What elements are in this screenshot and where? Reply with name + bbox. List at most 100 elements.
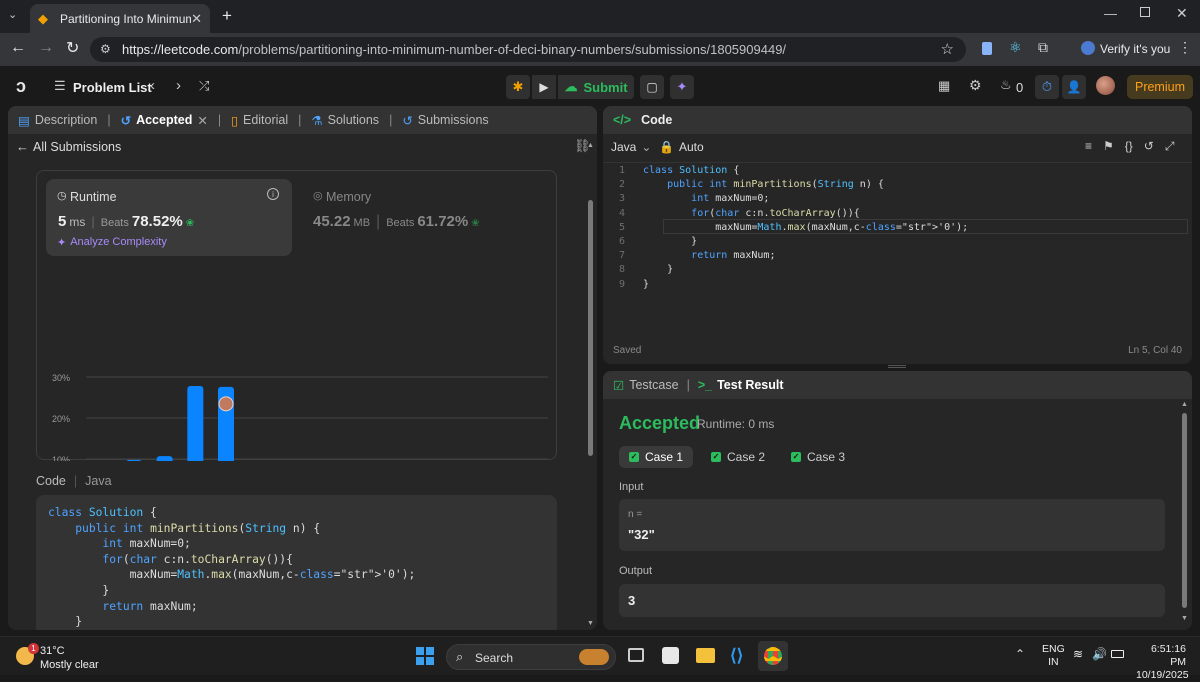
case-3-tab[interactable]: ✓ Case 3 — [781, 446, 855, 468]
all-submissions-link[interactable]: All Submissions — [33, 140, 121, 154]
site-info-icon[interactable]: ⚙ — [100, 42, 111, 56]
autocomplete-mode[interactable]: 🔒 Auto — [659, 140, 704, 154]
add-friend-button[interactable]: 👤 — [1062, 75, 1086, 99]
streak-fire-icon[interactable]: ♨ — [1000, 77, 1012, 93]
scroll-thumb[interactable] — [1182, 413, 1187, 608]
verify-label[interactable]: Verify it's you — [1100, 42, 1170, 56]
run-button[interactable]: ▶ — [532, 75, 556, 99]
battery-icon[interactable] — [1111, 650, 1124, 658]
reset-icon[interactable]: ↺ — [1144, 139, 1154, 154]
bookmark-star-icon[interactable]: ☆ — [941, 40, 954, 58]
chart-bar[interactable] — [126, 459, 142, 461]
editor-code-area[interactable]: 1 class Solution {2 public int minPartiti… — [603, 164, 1192, 294]
profile-avatar-icon[interactable] — [1081, 41, 1095, 55]
output-label: Output — [619, 565, 653, 577]
minimize-icon[interactable]: — — [1104, 6, 1117, 21]
info-icon[interactable]: i — [267, 188, 279, 200]
premium-button[interactable]: Premium — [1127, 75, 1193, 99]
tab-testcase[interactable]: ☑ Testcase — [613, 378, 679, 393]
braces-icon[interactable]: {} — [1125, 139, 1133, 154]
runtime-card[interactable]: ◷ Runtime i 5 ms | Beats 78.52% ❀ ✦ Analy… — [46, 179, 292, 256]
clock-date: 10/19/2025 — [1136, 669, 1189, 681]
memory-card[interactable]: ◎ Memory 45.22 MB | Beats 61.72% ❀ — [304, 179, 544, 256]
tab-editorial-label: Editorial — [242, 113, 289, 127]
case-2-tab[interactable]: ✓ Case 2 — [701, 446, 775, 468]
divider: | — [376, 213, 381, 230]
expand-icon[interactable]: ⤢ — [1165, 139, 1175, 154]
wifi-icon[interactable]: ≋ — [1073, 647, 1083, 661]
scroll-up-icon[interactable]: ▲ — [1181, 401, 1188, 408]
back-icon[interactable]: ← — [10, 39, 26, 57]
taskbar-search[interactable]: ⌕ Search — [446, 644, 616, 670]
tab-editorial[interactable]: ▯ Editorial — [231, 113, 288, 128]
task-view-icon[interactable] — [628, 648, 644, 662]
left-panel-scrollbar[interactable]: ▲ ▼ — [587, 142, 595, 630]
close-tab-accepted-icon[interactable]: ✕ — [197, 113, 207, 128]
notes-button[interactable]: ▢ — [640, 75, 664, 99]
close-window-icon[interactable]: ✕ — [1176, 5, 1188, 22]
chart-bar[interactable] — [156, 456, 173, 461]
vscode-icon[interactable]: ⟨⟩ — [730, 646, 743, 666]
next-problem-icon[interactable]: › — [176, 77, 181, 94]
code-section-header: Code | Java — [36, 474, 112, 488]
chart-bar[interactable] — [187, 386, 204, 461]
browser-tab[interactable]: ◆ Partitioning Into Minimum Num ✕ — [30, 4, 210, 33]
layout-grid-icon[interactable]: ▦ — [938, 78, 950, 94]
tab-accepted[interactable]: ↺ Accepted ✕ — [121, 113, 208, 128]
runtime-distribution-chart[interactable]: 30%20%10%0%2ms4ms6ms8ms10ms12ms14ms2ms4m… — [36, 261, 557, 461]
scroll-thumb[interactable] — [588, 200, 593, 456]
language-select[interactable]: Java ⌄ — [611, 140, 651, 154]
file-explorer-icon[interactable] — [696, 648, 715, 663]
start-button[interactable] — [416, 647, 434, 665]
extensions-puzzle-icon[interactable]: ⧉ — [1038, 39, 1048, 56]
runtime-number: 5 — [58, 213, 67, 230]
panel-resize-handle[interactable] — [888, 365, 906, 368]
problem-list-icon[interactable]: ☰ — [54, 78, 66, 94]
ai-assist-button[interactable]: ✦ — [670, 75, 694, 99]
forward-icon[interactable]: → — [38, 39, 54, 57]
settings-gear-icon[interactable]: ⚙ — [969, 77, 982, 94]
chevron-up-icon[interactable]: ⌃ — [1015, 647, 1025, 661]
analyze-complexity-link[interactable]: ✦ Analyze Complexity — [57, 236, 167, 249]
user-avatar[interactable] — [1096, 76, 1115, 95]
tab-test-result[interactable]: >_ Test Result — [698, 378, 784, 392]
tab-search-chevron-icon[interactable]: ⌄ — [8, 8, 17, 21]
flask-icon: ⚗ — [311, 113, 323, 128]
bookmark-icon[interactable]: ⚑ — [1103, 139, 1114, 154]
debug-button[interactable]: ✱ — [506, 75, 530, 99]
case-1-tab[interactable]: ✓ Case 1 — [619, 446, 694, 468]
random-problem-icon[interactable]: ⤮ — [199, 78, 209, 94]
back-arrow-icon[interactable]: ← — [16, 139, 29, 154]
clock[interactable]: 6:51:16 PM 10/19/2025 — [1136, 643, 1189, 682]
extension-doc-icon[interactable] — [982, 42, 992, 55]
code-line: } — [48, 583, 110, 597]
volume-icon[interactable]: 🔊 — [1092, 647, 1107, 661]
memory-unit: MB — [353, 217, 371, 229]
reload-icon[interactable]: ↻ — [66, 38, 79, 58]
close-tab-icon[interactable]: ✕ — [191, 11, 202, 27]
leetcode-logo-icon[interactable]: ↄ — [16, 76, 26, 97]
scroll-down-icon[interactable]: ▼ — [1181, 615, 1188, 622]
url-field[interactable]: ⚙ https://leetcode.com/problems/partitio… — [90, 37, 966, 62]
prev-problem-icon[interactable]: ‹ — [150, 77, 155, 94]
chrome-menu-icon[interactable]: ⋮ — [1178, 39, 1192, 56]
check-icon: ✓ — [711, 452, 721, 462]
chrome-taskbar-icon[interactable] — [758, 641, 788, 671]
new-tab-icon[interactable]: + — [222, 6, 232, 26]
snipping-tool-icon[interactable] — [662, 647, 679, 664]
tab-solutions[interactable]: ⚗ Solutions — [311, 113, 379, 128]
code-line: int maxNum=0; — [102, 537, 191, 551]
timer-button[interactable]: ⏱ — [1035, 75, 1059, 99]
react-devtools-icon[interactable]: ⚛ — [1009, 39, 1022, 56]
weather-widget[interactable]: 1 31°C Mostly clear — [14, 643, 134, 671]
problem-list-link[interactable]: Problem List — [73, 80, 152, 95]
format-icon[interactable]: ≡ — [1085, 139, 1092, 154]
restore-icon[interactable] — [1140, 7, 1150, 17]
input-language[interactable]: ENG IN — [1042, 643, 1065, 669]
scroll-up-icon[interactable]: ▲ — [587, 142, 594, 149]
result-scrollbar[interactable]: ▲ ▼ — [1181, 401, 1189, 626]
tab-submissions[interactable]: ↺ Submissions — [402, 113, 488, 128]
tab-description[interactable]: ▤ Description — [18, 113, 97, 128]
scroll-down-icon[interactable]: ▼ — [587, 620, 594, 627]
submit-button[interactable]: ☁ Submit — [558, 75, 634, 99]
